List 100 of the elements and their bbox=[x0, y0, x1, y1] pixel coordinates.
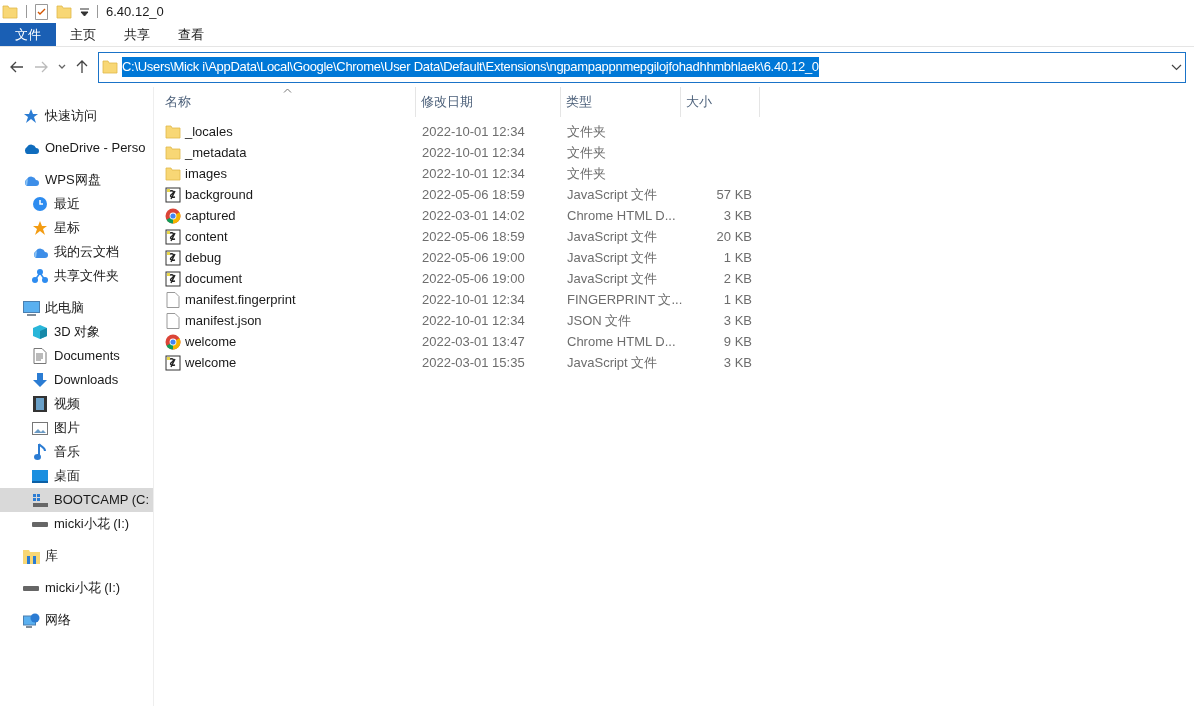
star-icon bbox=[23, 108, 39, 124]
file-type: 文件夹 bbox=[566, 164, 607, 183]
chevron-down-icon[interactable] bbox=[58, 64, 66, 70]
nav-item[interactable]: 库 bbox=[0, 544, 153, 568]
file-size: 9 KB bbox=[723, 332, 752, 351]
drive-icon bbox=[32, 521, 48, 527]
ribbon-tab[interactable]: 共享 bbox=[110, 23, 164, 46]
modified-date: 2022-10-01 12:34 bbox=[421, 164, 526, 183]
film-icon bbox=[33, 396, 47, 412]
cloud-icon bbox=[22, 142, 40, 154]
nav-item[interactable]: micki小花 (I:) bbox=[0, 512, 153, 536]
file-name[interactable]: welcome bbox=[185, 331, 237, 352]
nav-item[interactable]: micki小花 (I:) bbox=[0, 576, 153, 600]
network-icon bbox=[22, 612, 40, 628]
library-icon bbox=[22, 548, 40, 564]
column-header[interactable]: 修改日期 bbox=[416, 87, 561, 117]
file-name[interactable]: manifest.fingerprint bbox=[185, 289, 296, 310]
file-size: 2 KB bbox=[723, 269, 752, 288]
picture-icon bbox=[32, 421, 48, 435]
modified-date: 2022-10-01 12:34 bbox=[421, 290, 526, 309]
folder-icon bbox=[56, 4, 72, 19]
sort-up-icon bbox=[283, 88, 292, 93]
cloud-icon bbox=[31, 246, 49, 258]
file-type: JavaScript 文件 bbox=[566, 185, 659, 204]
document-icon bbox=[33, 348, 47, 364]
modified-date: 2022-03-01 14:02 bbox=[421, 206, 526, 225]
modified-date: 2022-03-01 13:47 bbox=[421, 332, 526, 351]
file-size: 1 KB bbox=[723, 290, 752, 309]
download-arrow-icon bbox=[32, 372, 48, 388]
file-size: 57 KB bbox=[716, 185, 752, 204]
file-type: Chrome HTML D... bbox=[566, 206, 677, 225]
file-size: 3 KB bbox=[723, 311, 752, 330]
ribbon-tab[interactable]: 查看 bbox=[164, 23, 218, 46]
file-icon bbox=[166, 312, 180, 329]
file-name[interactable]: manifest.json bbox=[185, 310, 262, 331]
file-size: 3 KB bbox=[723, 353, 752, 372]
nav-item[interactable]: 音乐 bbox=[0, 440, 153, 464]
file-type: JavaScript 文件 bbox=[566, 353, 659, 372]
browser-icon bbox=[165, 207, 181, 224]
nav-item[interactable]: 桌面 bbox=[0, 464, 153, 488]
file-name[interactable]: background bbox=[185, 184, 253, 205]
nav-item[interactable]: 视频 bbox=[0, 392, 153, 416]
properties-icon[interactable] bbox=[35, 3, 48, 20]
music-note-icon bbox=[34, 443, 46, 461]
nav-item[interactable]: 我的云文档 bbox=[0, 240, 153, 264]
file-type: 文件夹 bbox=[566, 143, 607, 162]
nav-item[interactable]: 此电脑 bbox=[0, 296, 153, 320]
file-type: JavaScript 文件 bbox=[566, 269, 659, 288]
column-header[interactable]: 类型 bbox=[561, 87, 681, 117]
column-header[interactable]: 名称 bbox=[160, 87, 416, 117]
ribbon-tab[interactable]: 主页 bbox=[56, 23, 110, 46]
drive-icon bbox=[32, 493, 48, 507]
nav-item[interactable]: 星标 bbox=[0, 216, 153, 240]
file-type: JSON 文件 bbox=[566, 311, 633, 330]
file-name[interactable]: images bbox=[185, 163, 227, 184]
modified-date: 2022-10-01 12:34 bbox=[421, 143, 526, 162]
script-file-icon bbox=[165, 186, 181, 203]
file-name[interactable]: document bbox=[185, 268, 243, 289]
file-name[interactable]: captured bbox=[185, 205, 236, 226]
file-size: 20 KB bbox=[716, 227, 752, 246]
file-type: JavaScript 文件 bbox=[566, 248, 659, 267]
file-name[interactable]: _locales bbox=[185, 121, 233, 142]
nav-item[interactable]: OneDrive - Perso bbox=[0, 136, 153, 160]
column-header[interactable]: 大小 bbox=[681, 87, 760, 117]
folder-icon bbox=[165, 145, 181, 160]
dropdown-icon[interactable] bbox=[80, 7, 89, 16]
file-size: 3 KB bbox=[723, 206, 752, 225]
nav-item[interactable]: 图片 bbox=[0, 416, 153, 440]
file-type: JavaScript 文件 bbox=[566, 227, 659, 246]
file-name[interactable]: _metadata bbox=[185, 142, 247, 163]
nav-item[interactable]: Documents bbox=[0, 344, 153, 368]
script-file-icon bbox=[165, 354, 181, 371]
nav-item[interactable]: 3D 对象 bbox=[0, 320, 153, 344]
nav-item[interactable]: 最近 bbox=[0, 192, 153, 216]
file-type: Chrome HTML D... bbox=[566, 332, 677, 351]
file-size: 1 KB bbox=[723, 248, 752, 267]
nav-item[interactable]: WPS网盘 bbox=[0, 168, 153, 192]
nav-item[interactable]: BOOTCAMP (C: bbox=[0, 488, 153, 512]
clock-icon bbox=[32, 196, 48, 212]
address-path: C:\Users\Mick i\AppData\Local\Google\Chrome\User Data\Default\Extensions\ngpampappnmepgilojfohadhhmbhlaek\6.40.12_0 bbox=[122, 57, 819, 77]
window-title: 6.40.12_0 bbox=[106, 2, 164, 21]
back-arrow-icon[interactable] bbox=[10, 61, 24, 73]
folder-icon bbox=[165, 166, 181, 181]
file-type: FINGERPRINT 文... bbox=[566, 290, 681, 309]
modified-date: 2022-05-06 19:00 bbox=[421, 269, 526, 288]
ribbon-tab[interactable]: 文件 bbox=[0, 23, 56, 46]
nav-item[interactable]: 网络 bbox=[0, 608, 153, 632]
nav-item[interactable]: Downloads bbox=[0, 368, 153, 392]
file-name[interactable]: welcome bbox=[185, 352, 237, 373]
file-name[interactable]: content bbox=[185, 226, 228, 247]
modified-date: 2022-10-01 12:34 bbox=[421, 311, 526, 330]
nav-item[interactable]: 共享文件夹 bbox=[0, 264, 153, 288]
file-icon bbox=[166, 291, 180, 308]
nav-item[interactable]: 快速访问 bbox=[0, 104, 153, 128]
desktop-icon bbox=[32, 469, 48, 483]
up-arrow-icon[interactable] bbox=[76, 60, 88, 74]
file-name[interactable]: debug bbox=[185, 247, 222, 268]
address-bar[interactable]: C:\Users\Mick i\AppData\Local\Google\Chrome\User Data\Default\Extensions\ngpampappnmepgilojfohadhhmbhlaek\6.40.12_0 bbox=[98, 51, 1186, 83]
chevron-down-icon[interactable] bbox=[1171, 63, 1182, 71]
script-file-icon bbox=[165, 249, 181, 266]
